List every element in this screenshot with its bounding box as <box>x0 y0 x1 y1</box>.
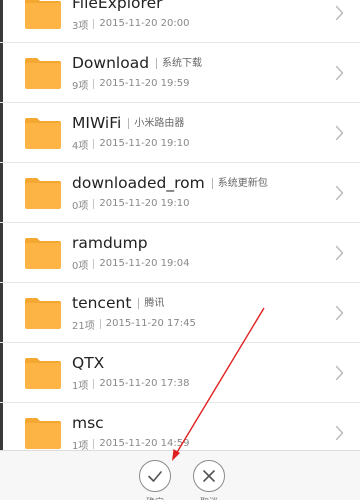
folder-meta-line: 4项 2015-11-20 19:10 <box>72 137 190 152</box>
file-picker-screen: FileExplorer 3项 2015-11-20 20:00 Download 系统… <box>0 0 360 500</box>
folder-name: FileExplorer <box>72 0 163 12</box>
modified-date: 2015-11-20 14:59 <box>93 439 190 449</box>
checkmark-icon <box>148 471 162 482</box>
folder-tag: 系统更新包 <box>211 177 268 189</box>
folder-meta-line: 3项 2015-11-20 20:00 <box>72 17 190 32</box>
folder-icon <box>24 416 62 450</box>
cancel-circle[interactable] <box>193 460 225 492</box>
folder-meta-line: 21项 2015-11-20 17:45 <box>72 317 196 332</box>
modified-date: 2015-11-20 17:45 <box>99 319 196 329</box>
item-count: 1项 <box>72 380 89 392</box>
folder-title-line: MIWiFi 小米路由器 <box>72 113 184 133</box>
folder-row[interactable]: ramdump 0项 2015-11-20 19:04 <box>0 223 360 283</box>
folder-row[interactable]: Download 系统下载 9项 2015-11-20 19:59 <box>0 43 360 103</box>
folder-list[interactable]: FileExplorer 3项 2015-11-20 20:00 Download 系统… <box>0 0 360 463</box>
folder-icon <box>24 0 62 30</box>
folder-row[interactable]: FileExplorer 3项 2015-11-20 20:00 <box>0 0 360 43</box>
chevron-right-icon[interactable] <box>335 245 344 261</box>
confirm-circle[interactable] <box>139 460 171 492</box>
chevron-right-icon[interactable] <box>335 65 344 81</box>
chevron-right-icon[interactable] <box>335 5 344 21</box>
modified-date: 2015-11-20 20:00 <box>93 19 190 29</box>
folder-icon <box>24 296 62 330</box>
folder-row[interactable]: QTX 1项 2015-11-20 17:38 <box>0 343 360 403</box>
folder-title-line: Download 系统下载 <box>72 53 202 73</box>
folder-row[interactable]: MIWiFi 小米路由器 4项 2015-11-20 19:10 <box>0 103 360 163</box>
modified-date: 2015-11-20 17:38 <box>93 379 190 389</box>
folder-icon <box>24 176 62 210</box>
modified-date: 2015-11-20 19:59 <box>93 79 190 89</box>
folder-title-line: tencent 腾讯 <box>72 293 164 313</box>
chevron-right-icon[interactable] <box>335 185 344 201</box>
folder-row[interactable]: downloaded_rom 系统更新包 0项 2015-11-20 19:10 <box>0 163 360 223</box>
item-count: 21项 <box>72 320 95 332</box>
cancel-label: 取消 <box>187 495 231 500</box>
folder-tag: 系统下载 <box>156 57 202 69</box>
folder-tag: 腾讯 <box>138 297 164 309</box>
chevron-right-icon[interactable] <box>335 125 344 141</box>
item-count: 0项 <box>72 260 89 272</box>
close-icon <box>203 470 215 482</box>
folder-tag: 小米路由器 <box>128 117 184 129</box>
folder-name: tencent <box>72 294 132 312</box>
item-count: 4项 <box>72 140 89 152</box>
chevron-right-icon[interactable] <box>335 305 344 321</box>
folder-name: QTX <box>72 354 105 372</box>
folder-title-line: QTX <box>72 353 104 373</box>
folder-name: Download <box>72 54 150 72</box>
folder-meta-line: 0项 2015-11-20 19:10 <box>72 197 190 212</box>
modified-date: 2015-11-20 19:10 <box>93 199 190 209</box>
folder-name: downloaded_rom <box>72 174 205 192</box>
chevron-right-icon[interactable] <box>335 425 344 441</box>
folder-title-line: msc <box>72 413 104 433</box>
folder-name: msc <box>72 414 104 432</box>
folder-title-line: ramdump <box>72 233 148 253</box>
folder-icon <box>24 236 62 270</box>
folder-name: MIWiFi <box>72 114 122 132</box>
bottom-action-bar <box>0 450 360 500</box>
item-count: 3项 <box>72 20 89 32</box>
folder-title-line: FileExplorer <box>72 0 162 13</box>
modified-date: 2015-11-20 19:10 <box>93 139 190 149</box>
folder-icon <box>24 56 62 90</box>
folder-meta-line: 1项 2015-11-20 17:38 <box>72 377 190 392</box>
chevron-right-icon[interactable] <box>335 365 344 381</box>
modified-date: 2015-11-20 19:04 <box>93 259 190 269</box>
folder-meta-line: 1项 2015-11-20 14:59 <box>72 437 190 452</box>
confirm-label: 确定 <box>133 495 177 500</box>
folder-title-line: downloaded_rom 系统更新包 <box>72 173 268 193</box>
folder-meta-line: 9项 2015-11-20 19:59 <box>72 77 190 92</box>
item-count: 9项 <box>72 80 89 92</box>
confirm-button[interactable]: 确定 <box>139 460 171 500</box>
cancel-button[interactable]: 取消 <box>193 460 225 500</box>
folder-meta-line: 0项 2015-11-20 19:04 <box>72 257 190 272</box>
folder-icon <box>24 356 62 390</box>
folder-icon <box>24 116 62 150</box>
folder-row[interactable]: tencent 腾讯 21项 2015-11-20 17:45 <box>0 283 360 343</box>
folder-name: ramdump <box>72 234 148 252</box>
item-count: 0项 <box>72 200 89 212</box>
